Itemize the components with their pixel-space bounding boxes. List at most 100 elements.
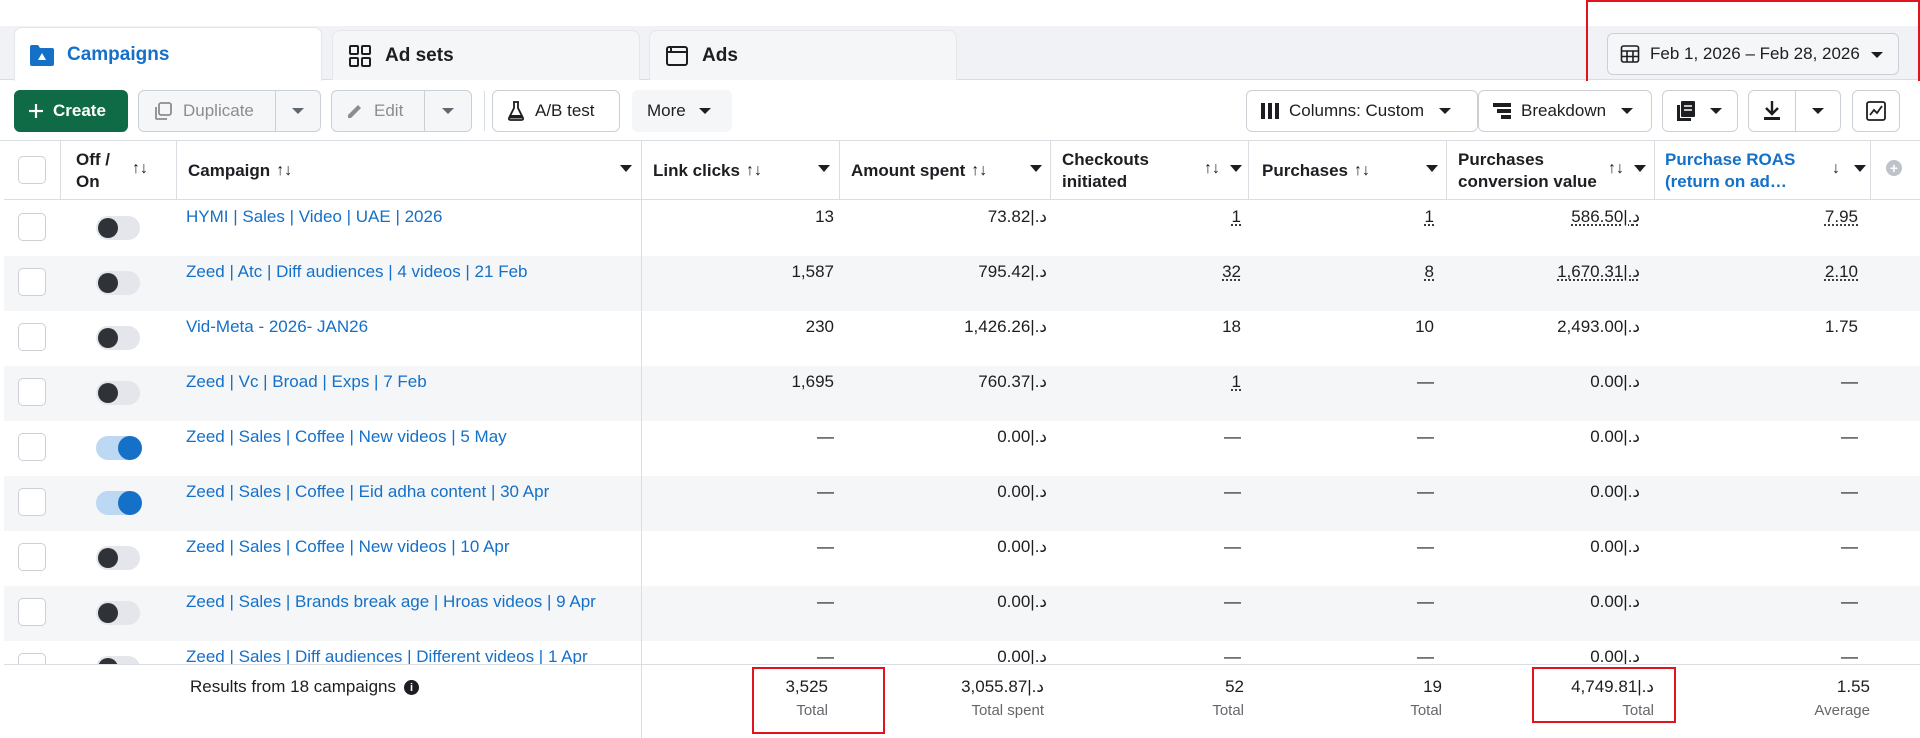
campaign-name-link[interactable]: Vid-Meta - 2026- JAN26 [186,317,368,337]
row-checkbox[interactable] [18,213,46,241]
chevron-down-icon [1812,108,1824,114]
campaign-toggle[interactable] [96,491,142,515]
export-button[interactable] [1748,90,1796,132]
header-label: Link clicks [653,160,740,180]
edit-dropdown-button[interactable] [424,90,472,132]
ab-test-button[interactable]: A/B test [492,90,620,132]
cell-spent: 0.00|.د [997,482,1047,501]
create-button[interactable]: Create [14,90,128,132]
campaign-toggle[interactable] [96,546,140,570]
toggle-knob [98,548,118,568]
cell-clicks: 13 [815,207,834,226]
row-checkbox[interactable] [18,543,46,571]
toggle-knob [98,273,118,293]
chevron-down-icon [1710,108,1722,114]
toggle-knob [98,383,118,403]
sort-icon[interactable]: ↑↓ [1608,160,1624,178]
column-header-checkouts[interactable]: Checkouts initiated [1062,141,1202,200]
column-menu-caret[interactable] [1634,165,1646,172]
campaign-name-link[interactable]: Zeed | Sales | Coffee | New videos | 10 … [186,537,510,557]
table-row[interactable]: Zeed | Vc | Broad | Exps | 7 Feb 1,695 760… [4,366,1920,421]
more-button[interactable]: More [632,90,732,132]
charts-button[interactable] [1852,90,1900,132]
average-roas-label: Average [1814,702,1870,719]
total-purchases: 19 [1423,677,1442,696]
column-menu-caret[interactable] [1230,165,1242,172]
duplicate-button[interactable]: Duplicate [138,90,276,132]
campaign-toggle[interactable] [96,601,140,625]
campaign-toggle[interactable] [96,436,142,460]
row-checkbox[interactable] [18,488,46,516]
table-row[interactable]: Zeed | Atc | Diff audiences | 4 videos |… [4,256,1920,311]
campaign-toggle[interactable] [96,381,140,405]
row-checkbox[interactable] [18,433,46,461]
cell-purchases: — [1417,592,1434,611]
sort-descending-icon[interactable]: ↓ [1832,160,1840,178]
table-row[interactable]: Zeed | Sales | Coffee | New videos | 5 M… [4,421,1920,476]
column-header-campaign[interactable]: Campaign ↑↓ [188,141,508,200]
row-checkbox[interactable] [18,378,46,406]
row-checkbox[interactable] [18,598,46,626]
add-column-icon[interactable]: + [1886,160,1902,176]
tab-ads[interactable]: Ads [649,30,957,80]
campaign-name-link[interactable]: HYMI | Sales | Video | UAE | 2026 [186,207,442,227]
column-header-link-clicks[interactable]: Link clicks ↑↓ [653,141,813,200]
tab-campaigns[interactable]: Campaigns [14,27,322,81]
column-header-roas[interactable]: Purchase ROAS (return on ad… [1665,141,1815,200]
campaign-toggle[interactable] [96,216,140,240]
table-row[interactable]: Vid-Meta - 2026- JAN26 230 1,426.26|.د 18 10… [4,311,1920,366]
table-row[interactable]: Zeed | Sales | Coffee | Eid adha content… [4,476,1920,531]
select-all-checkbox[interactable] [18,156,46,184]
chevron-down-icon [1621,108,1634,114]
campaign-toggle[interactable] [96,326,140,350]
column-divider [1654,141,1655,200]
column-menu-caret[interactable] [620,165,632,172]
header-label: Purchase ROAS [1665,149,1796,169]
cell-checkouts: — [1224,592,1241,611]
toggle-knob [98,328,118,348]
header-label: Purchases [1458,149,1544,169]
edit-button[interactable]: Edit [331,90,425,132]
row-checkbox[interactable] [18,323,46,351]
column-menu-caret[interactable] [1854,165,1866,172]
reports-button[interactable] [1662,90,1738,132]
cell-value: 1,670.31|.د [1557,262,1640,281]
sort-icon[interactable]: ↑↓ [132,160,148,178]
table-row[interactable]: Zeed | Sales | Brands break age | Hroas … [4,586,1920,641]
cell-spent: 73.82|.د [987,207,1047,226]
table-row[interactable]: HYMI | Sales | Video | UAE | 2026 13 73.82… [4,201,1920,256]
sort-icon[interactable]: ↑↓ [1204,160,1220,178]
cell-clicks: — [817,427,834,446]
info-icon[interactable]: i [403,680,419,696]
campaign-toggle[interactable] [96,271,140,295]
column-menu-caret[interactable] [1426,165,1438,172]
column-header-amount-spent[interactable]: Amount spent ↑↓ [851,141,1021,200]
toggle-knob [118,491,142,515]
column-header-conversion-value[interactable]: Purchases conversion value [1458,141,1618,200]
cell-checkouts: 18 [1222,317,1241,336]
table-row[interactable]: Zeed | Sales | Coffee | New videos | 10 … [4,531,1920,586]
campaign-name-link[interactable]: Zeed | Atc | Diff audiences | 4 videos |… [186,262,528,282]
duplicate-dropdown-button[interactable] [275,90,321,132]
chart-trend-icon [1866,101,1886,121]
campaign-name-link[interactable]: Zeed | Sales | Brands break age | Hroas … [186,592,596,612]
cell-purchases: 1 [1424,207,1434,226]
sort-icon: ↑↓ [276,161,293,179]
breakdown-button[interactable]: Breakdown [1478,90,1652,132]
header-label: Checkouts [1062,149,1149,169]
campaign-name-link[interactable]: Zeed | Vc | Broad | Exps | 7 Feb [186,372,427,392]
campaign-name-link[interactable]: Zeed | Sales | Coffee | New videos | 5 M… [186,427,507,447]
campaign-name-link[interactable]: Zeed | Sales | Coffee | Eid adha content… [186,482,549,502]
column-header-purchases[interactable]: Purchases ↑↓ [1262,141,1412,200]
tab-ad-sets[interactable]: Ad sets [332,30,640,80]
tab-label: Campaigns [67,43,170,65]
row-checkbox[interactable] [18,268,46,296]
sort-icon: ↑↓ [971,161,988,179]
columns-button[interactable]: Columns: Custom [1246,90,1478,132]
column-menu-caret[interactable] [1030,165,1042,172]
column-menu-caret[interactable] [818,165,830,172]
export-dropdown-button[interactable] [1795,90,1841,132]
highlight-box-date [1586,0,1920,84]
header-label: On [76,171,100,191]
column-divider [1050,141,1051,200]
